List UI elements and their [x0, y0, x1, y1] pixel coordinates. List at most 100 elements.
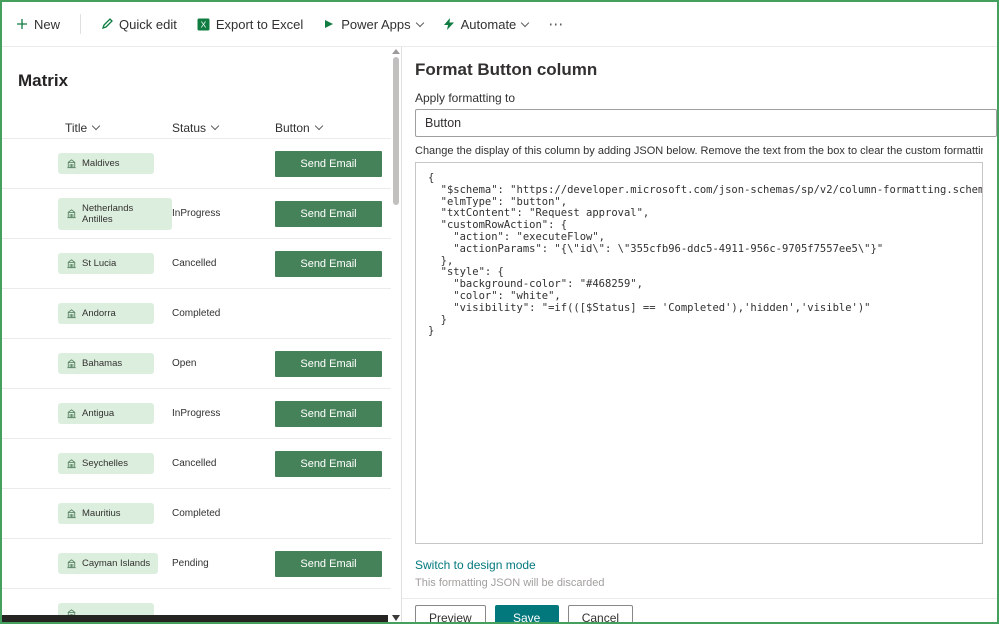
building-icon: [67, 459, 76, 469]
title-cell[interactable]: Maldives: [58, 153, 154, 174]
building-icon: [67, 559, 76, 569]
pencil-icon: [101, 18, 113, 30]
column-header-status[interactable]: Status: [172, 121, 275, 135]
toolbar-divider: [80, 14, 82, 34]
title-cell-wrap: Andorra: [58, 303, 172, 324]
row-title-text: Bahamas: [82, 358, 123, 369]
cancel-button[interactable]: Cancel: [567, 605, 634, 622]
building-icon: [67, 509, 76, 519]
building-icon: [67, 359, 76, 369]
row-status: Cancelled: [172, 458, 217, 469]
row-title-text: Maldives: [82, 158, 120, 169]
button-cell: Send Email: [275, 350, 391, 377]
title-cell-wrap: St Lucia: [58, 253, 172, 274]
list-header: Title Status Button: [2, 117, 391, 139]
row-status: Pending: [172, 558, 209, 569]
row-status: InProgress: [172, 408, 221, 419]
row-title-text: Seychelles: [82, 458, 128, 469]
button-cell: Send Email: [275, 450, 391, 477]
row-title-text: Antigua: [82, 408, 115, 419]
send-email-button[interactable]: Send Email: [275, 200, 382, 227]
switch-design-mode-link[interactable]: Switch to design mode: [415, 558, 536, 572]
building-icon: [67, 259, 76, 269]
title-cell[interactable]: Antigua: [58, 403, 154, 424]
new-button-label: New: [34, 16, 61, 32]
panel-description: Change the display of this column by add…: [415, 145, 983, 157]
table-row: St Lucia Cancelled Send Email: [2, 239, 391, 289]
automate-label: Automate: [460, 16, 517, 32]
panel-title: Format Button column: [415, 60, 598, 79]
title-cell-wrap: Mauritius: [58, 503, 172, 524]
new-button[interactable]: New: [16, 17, 60, 32]
export-to-excel-button[interactable]: X Export to Excel: [197, 17, 303, 32]
chevron-down-icon: [314, 121, 323, 131]
list-pane: Matrix Title Status Button Maldives Send…: [2, 47, 391, 622]
row-title-text: Netherlands Antilles: [82, 202, 134, 225]
title-cell-wrap: Maldives: [58, 153, 172, 174]
column-header-title[interactable]: Title: [58, 121, 172, 135]
excel-icon: X: [197, 18, 210, 30]
automate-button[interactable]: Automate: [443, 16, 530, 32]
column-header-button[interactable]: Button: [275, 121, 391, 135]
title-cell-wrap: Seychelles: [58, 453, 172, 474]
row-status: InProgress: [172, 208, 221, 219]
send-email-button[interactable]: Send Email: [275, 400, 382, 427]
quick-edit-label: Quick edit: [119, 16, 177, 32]
table-row: Netherlands Antilles InProgress Send Ema…: [2, 189, 391, 239]
column-header-button-label: Button: [275, 120, 310, 135]
automate-icon: [443, 18, 454, 30]
building-icon: [67, 409, 76, 419]
table-row: Andorra Completed: [2, 289, 391, 339]
title-cell[interactable]: Seychelles: [58, 453, 154, 474]
title-cell-wrap: Bahamas: [58, 353, 172, 374]
chevron-down-icon: [210, 121, 220, 131]
main-area: Matrix Title Status Button Maldives Send…: [2, 47, 997, 622]
horizontal-scrollbar[interactable]: [2, 615, 388, 622]
quick-edit-button[interactable]: Quick edit: [101, 17, 177, 32]
export-to-excel-label: Export to Excel: [215, 16, 304, 32]
chevron-down-icon: [91, 121, 101, 131]
row-title-text: St Lucia: [82, 258, 117, 269]
column-header-title-label: Title: [65, 120, 88, 135]
title-cell-wrap: Netherlands Antilles: [58, 197, 172, 230]
power-apps-label: Power Apps: [341, 16, 411, 32]
format-column-panel: Format Button column Apply formatting to…: [401, 47, 997, 622]
row-status: Completed: [172, 508, 221, 519]
title-cell[interactable]: St Lucia: [58, 253, 154, 274]
more-commands-button[interactable]: ⋯: [548, 15, 564, 33]
apply-formatting-dropdown[interactable]: Button: [415, 109, 997, 137]
building-icon: [67, 309, 76, 319]
dropdown-selected-value: Button: [425, 116, 462, 130]
title-cell[interactable]: Andorra: [58, 303, 154, 324]
button-cell: Send Email: [275, 400, 391, 427]
preview-button[interactable]: Preview: [415, 605, 486, 622]
vertical-scrollbar[interactable]: [391, 47, 401, 622]
plus-icon: [17, 19, 27, 29]
button-cell: Send Email: [275, 200, 391, 227]
power-apps-button[interactable]: Power Apps: [323, 16, 424, 32]
title-cell[interactable]: Cayman Islands: [58, 553, 159, 574]
power-apps-icon: [325, 20, 334, 28]
title-cell[interactable]: Mauritius: [58, 503, 154, 524]
table-row: Bahamas Open Send Email: [2, 339, 391, 389]
chevron-down-icon: [415, 18, 424, 27]
send-email-button[interactable]: Send Email: [275, 350, 382, 377]
title-cell-wrap: Antigua: [58, 403, 172, 424]
send-email-button[interactable]: Send Email: [275, 450, 382, 477]
json-editor[interactable]: { "$schema": "https://developer.microsof…: [415, 162, 983, 544]
scroll-up-icon[interactable]: [392, 49, 400, 54]
scrollbar-thumb[interactable]: [393, 57, 399, 205]
chevron-down-icon: [521, 18, 530, 27]
send-email-button[interactable]: Send Email: [275, 150, 382, 177]
column-header-status-label: Status: [172, 120, 207, 135]
building-icon: [67, 209, 76, 219]
save-button[interactable]: Save: [494, 605, 559, 622]
send-email-button[interactable]: Send Email: [275, 250, 382, 277]
list-title: Matrix: [18, 71, 69, 90]
scroll-down-icon[interactable]: [392, 615, 400, 621]
title-cell[interactable]: Bahamas: [58, 353, 154, 374]
row-title-text: Mauritius: [82, 508, 121, 519]
panel-footer: Preview Save Cancel: [415, 599, 983, 622]
send-email-button[interactable]: Send Email: [275, 550, 382, 577]
title-cell[interactable]: Netherlands Antilles: [58, 197, 172, 230]
